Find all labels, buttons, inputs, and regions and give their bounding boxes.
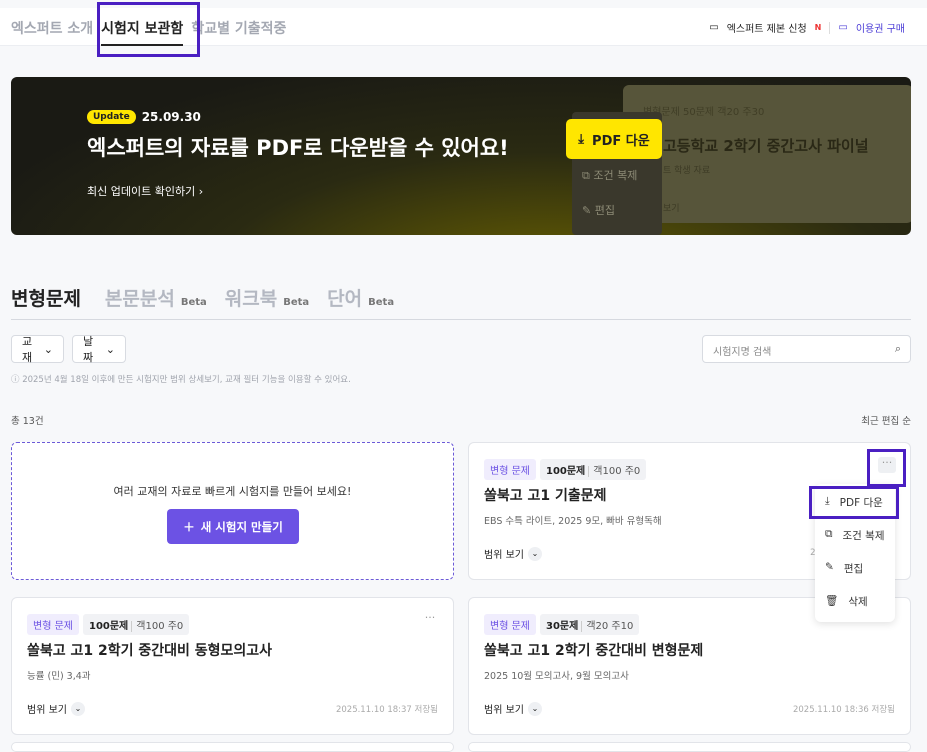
card-sub: EBS 수특 라이트, 2025 9모, 빠바 유형독해 [484, 516, 662, 527]
nav-expert-intro[interactable]: 엑스퍼트 소개 [11, 18, 93, 38]
beta-badge: Beta [180, 297, 207, 308]
mock-pdf-button: ⤓ PDF 다운 [566, 119, 662, 159]
more-icon[interactable]: ··· [421, 612, 439, 628]
exam-card[interactable] [468, 742, 911, 752]
textbook-filter[interactable]: 교재 ⌄ [11, 335, 64, 364]
download-icon: ⤓ [578, 131, 585, 147]
highlight-box [809, 486, 899, 519]
chevron-down-icon: ⌄ [527, 546, 542, 561]
search-input[interactable]: 시험지명 검색 ⌕ [702, 335, 911, 363]
pencil-icon: ✎ [582, 204, 592, 217]
book-icon: ▭ [709, 22, 719, 33]
content-tabs: 변형문제 본문분석 Beta 워크북 Beta 단어 Beta [11, 284, 406, 311]
new-exam-card: 여러 교재의 자료로 빠르게 시험지를 만들어 보세요! ＋ 새 시험지 만들기 [11, 442, 454, 580]
beta-badge: Beta [368, 297, 395, 308]
copy-icon: ⧉ [582, 169, 590, 182]
notice-text: ⓘ 2025년 4월 18일 이후에 만든 시험지만 범위 상세보기, 교재 필… [11, 375, 351, 385]
mock-range: 보기 [663, 204, 680, 214]
count-badge: 100문제 객100 주0 [539, 459, 647, 480]
ticket-icon: ▭ [838, 22, 848, 33]
tab-words[interactable]: 단어 [327, 284, 362, 311]
menu-delete[interactable]: 🗑 삭제 [825, 594, 868, 609]
tab-variant[interactable]: 변형문제 [11, 284, 81, 311]
copy-icon: ⧉ [825, 528, 833, 540]
new-card-text: 여러 교재의 자료로 빠르게 시험지를 만들어 보세요! [113, 485, 352, 498]
card-sub: 능률 (민) 3,4과 [27, 671, 91, 682]
card-sub: 2025 10월 모의고사, 9월 모의고사 [484, 671, 629, 682]
card-date: 2025.11.10 18:37 저장됨 [335, 705, 438, 715]
search-icon: ⌕ [894, 342, 901, 355]
trash-icon: 🗑 [825, 595, 839, 607]
total-count: 총 13건 [11, 416, 44, 427]
tab-text-analysis[interactable]: 본문분석 [105, 284, 175, 311]
new-exam-button[interactable]: ＋ 새 시험지 만들기 [167, 509, 299, 544]
count-badge: 30문제 객20 주10 [539, 614, 640, 635]
range-toggle[interactable]: 범위 보기 ⌄ [27, 701, 85, 716]
expert-apply-link[interactable]: 엑스퍼트 제본 신청 [727, 20, 807, 35]
highlight-box [867, 449, 906, 487]
new-badge: N [814, 23, 822, 32]
exam-card[interactable]: 변형 문제 100문제 객100 주0 ··· 쏠북고 고1 2학기 중간대비 동형… [11, 597, 454, 735]
beta-badge: Beta [283, 297, 310, 308]
menu-copy-conditions[interactable]: ⧉ 조건 복제 [825, 528, 884, 543]
chevron-down-icon: ⌄ [105, 342, 115, 356]
buy-ticket-link[interactable]: 이용권 구매 [856, 20, 905, 35]
mock-menu-copy: ⧉ 조건 복제 [582, 169, 638, 182]
type-badge: 변형 문제 [27, 614, 79, 635]
type-badge: 변형 문제 [484, 459, 536, 480]
pencil-icon: ✎ [825, 561, 834, 573]
menu-edit[interactable]: ✎ 편집 [825, 561, 863, 576]
chevron-down-icon: ⌄ [527, 701, 542, 716]
nav-school-exams[interactable]: 학교별 기출적중 [191, 18, 286, 38]
tab-workbook[interactable]: 워크북 [225, 284, 277, 311]
card-title: 쏠북고 고1 기출문제 [484, 488, 607, 504]
chevron-right-icon: › [198, 185, 204, 198]
type-badge: 변형 문제 [484, 614, 536, 635]
mock-sub: 트 학생 자료 [663, 166, 711, 176]
card-title: 쏠북고 고1 2학기 중간대비 동형모의고사 [27, 643, 273, 659]
divider [829, 21, 831, 34]
banner-title: 엑스퍼트의 자료를 PDF로 다운받을 수 있어요! [87, 136, 509, 160]
card-title: 쏠북고 고1 2학기 중간대비 변형문제 [484, 643, 704, 659]
chevron-down-icon: ⌄ [43, 342, 53, 356]
banner-mock-card: 변형문제 50문제 객20 주30 고등학교 2학기 중간고사 파이널 트 학생… [623, 85, 911, 223]
exam-card[interactable] [11, 742, 454, 752]
range-toggle[interactable]: 범위 보기 ⌄ [484, 701, 542, 716]
card-date: 2025.11.10 18:36 저장됨 [792, 705, 895, 715]
divider [11, 319, 911, 320]
update-badge: Update [87, 110, 136, 124]
banner-link[interactable]: 최신 업데이트 확인하기 › [87, 183, 203, 199]
plus-icon: ＋ [183, 519, 195, 534]
update-banner[interactable]: Update 25.09.30 엑스퍼트의 자료를 PDF로 다운받을 수 있어요… [11, 77, 911, 235]
range-toggle[interactable]: 범위 보기 ⌄ [484, 546, 542, 561]
chevron-down-icon: ⌄ [70, 701, 85, 716]
highlight-box [97, 2, 200, 57]
date-filter[interactable]: 날짜 ⌄ [72, 335, 126, 364]
update-date: 25.09.30 [141, 110, 201, 124]
count-badge: 100문제 객100 주0 [82, 614, 190, 635]
mock-title: 고등학교 2학기 중간고사 파이널 [663, 137, 869, 155]
mock-menu-edit: ✎ 편집 [582, 204, 615, 217]
sort-select[interactable]: 최근 편집 순 [861, 413, 911, 427]
